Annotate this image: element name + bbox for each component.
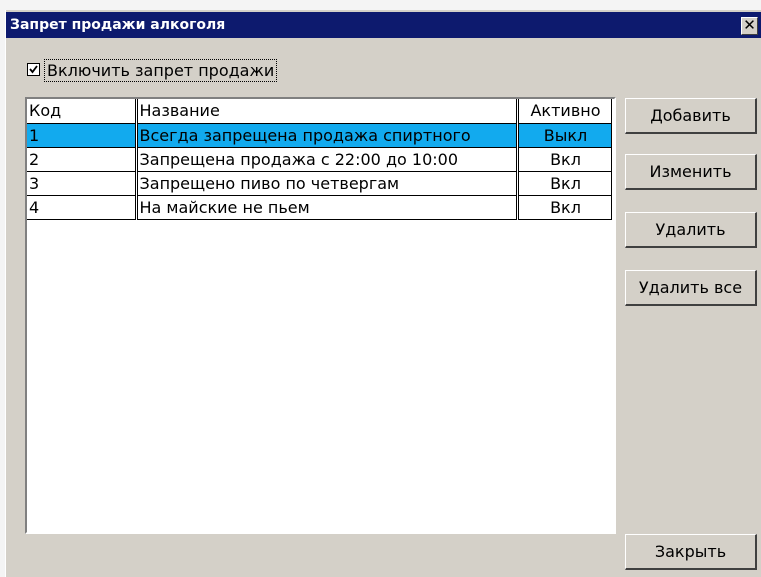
column-header-code[interactable]: Код	[27, 99, 138, 124]
column-header-active[interactable]: Активно	[516, 99, 612, 124]
enable-ban-label[interactable]: Включить запрет продажи	[44, 59, 278, 82]
table-header-row: Код Название Активно	[27, 99, 612, 124]
table-row[interactable]: 4 На майские не пьем Вкл	[27, 195, 612, 220]
table-row[interactable]: 3 Запрещено пиво по четвергам Вкл	[27, 171, 612, 196]
edit-button[interactable]: Изменить	[625, 154, 757, 190]
window-title: Запрет продажи алкоголя	[10, 17, 226, 33]
dialog-window: Запрет продажи алкоголя ✕ Включить запре…	[5, 10, 761, 577]
row-name: Запрещено пиво по четвергам	[136, 171, 519, 196]
delete-all-button[interactable]: Удалить все	[625, 270, 757, 306]
add-button[interactable]: Добавить	[625, 98, 757, 134]
row-name: На майские не пьем	[136, 195, 519, 220]
row-active: Вкл	[517, 147, 612, 172]
row-name: Всегда запрещена продажа спиртного	[136, 123, 519, 148]
row-code: 2	[27, 147, 138, 172]
delete-button[interactable]: Удалить	[625, 212, 757, 248]
ban-rules-table: Код Название Активно 1 Всегда запрещена …	[27, 99, 612, 220]
row-code: 4	[27, 195, 138, 220]
close-button[interactable]: Закрыть	[625, 534, 757, 570]
column-header-name[interactable]: Название	[135, 99, 519, 124]
row-name: Запрещена продажа с 22:00 до 10:00	[136, 147, 519, 172]
row-active: Вкл	[517, 171, 612, 196]
ban-rules-list[interactable]: Код Название Активно 1 Всегда запрещена …	[25, 97, 616, 534]
close-window-button[interactable]: ✕	[741, 17, 758, 35]
row-active: Вкл	[517, 195, 612, 220]
enable-ban-checkbox[interactable]	[27, 63, 40, 76]
close-icon: ✕	[743, 16, 756, 34]
page-background	[0, 0, 761, 10]
checkmark-icon	[29, 65, 38, 74]
row-active: Выкл	[517, 123, 612, 148]
title-bar: Запрет продажи алкоголя ✕	[6, 12, 761, 38]
row-code: 3	[27, 171, 138, 196]
table-row[interactable]: 1 Всегда запрещена продажа спиртного Вык…	[27, 123, 612, 148]
table-row[interactable]: 2 Запрещена продажа с 22:00 до 10:00 Вкл	[27, 147, 612, 172]
row-code: 1	[27, 123, 138, 148]
